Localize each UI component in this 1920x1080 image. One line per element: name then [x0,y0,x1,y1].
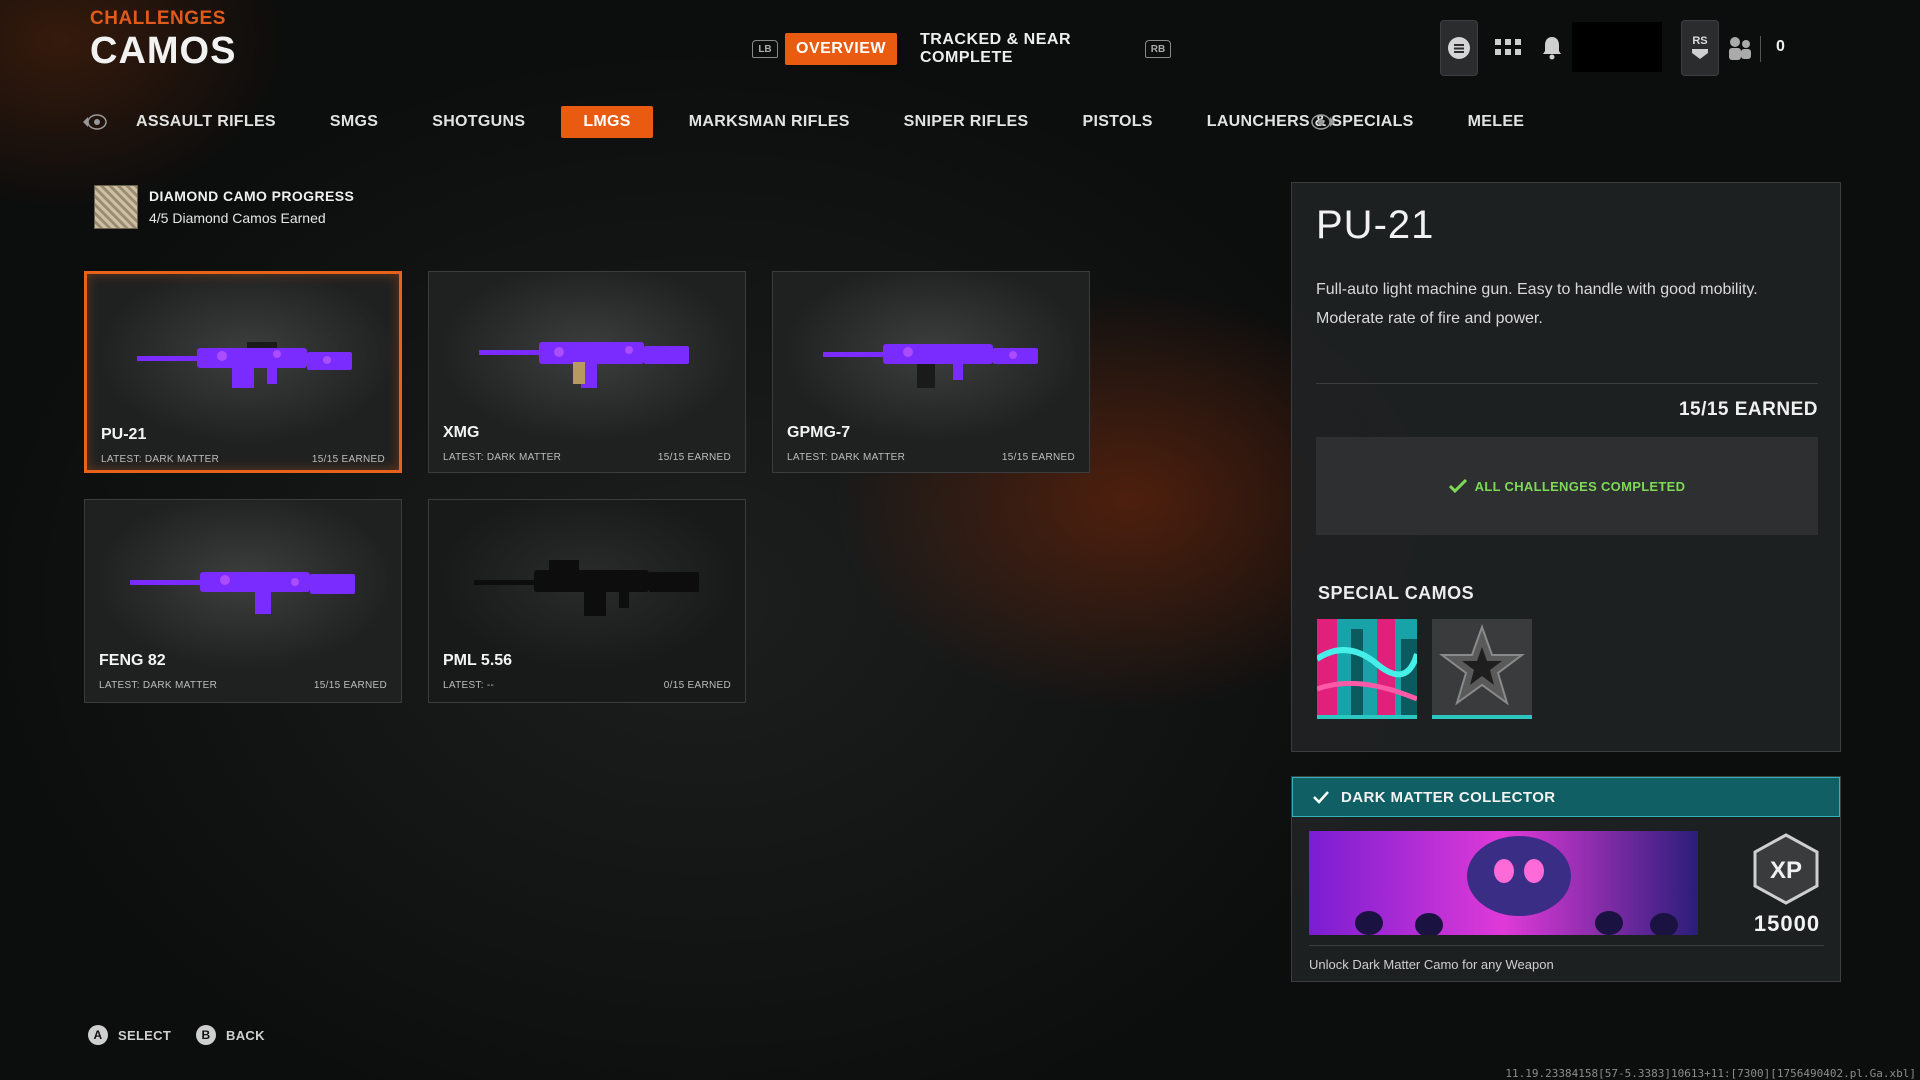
rb-cycle-icon[interactable] [1310,112,1336,137]
apps-grid-icon[interactable] [1492,34,1524,62]
select-label: SELECT [118,1027,172,1043]
weapon-name: FENG 82 [99,652,166,669]
b-button-icon: B [196,1025,216,1045]
tab-sniper-rifles[interactable]: SNIPER RIFLES [886,106,1047,138]
special-camo-pattern-icon [1315,619,1420,715]
weapon-card-pu-21[interactable]: PU-21 LATEST: DARK MATTER 15/15 EARNED [84,271,402,473]
party-icon[interactable] [1724,32,1756,64]
special-camos-title: SPECIAL CAMOS [1318,583,1475,603]
tab-shotguns[interactable]: SHOTGUNS [414,106,543,138]
build-info: 11.19.23384158[57-5.3383]10613+11:[7300]… [1505,1067,1916,1080]
category-tabs: ASSAULT RIFLES SMGS SHOTGUNS LMGS MARKSM… [118,104,1560,140]
select-control[interactable]: A SELECT [88,1025,171,1045]
weapon-card-gpmg-7[interactable]: GPMG-7 LATEST: DARK MATTER 15/15 EARNED [772,271,1090,473]
detail-weapon-name: PU-21 [1316,203,1435,247]
weapon-card-pml-5-56[interactable]: PML 5.56 LATEST: -- 0/15 EARNED [428,499,746,703]
challenges-status-text: ALL CHALLENGES COMPLETED [1474,478,1686,494]
weapon-earned-count: 15/15 EARNED [311,454,385,465]
challenges-status: ALL CHALLENGES COMPLETED [1316,437,1818,535]
weapon-name: XMG [443,424,480,441]
lmg-camo-icon [823,344,1038,388]
checkmark-icon [1448,479,1467,493]
weapon-name: PU-21 [101,426,147,443]
diamond-progress-title: DIAMOND CAMO PROGRESS [149,188,355,204]
tab-overview[interactable]: OVERVIEW [785,33,897,65]
rb-bumper-icon[interactable]: RB [1145,40,1171,58]
checkmark-icon [1313,790,1329,804]
star-emblem-icon [1439,624,1525,706]
reward-title: DARK MATTER COLLECTOR [1341,788,1556,806]
weapon-detail-panel: PU-21 Full-auto light machine gun. Easy … [1291,182,1841,752]
lmg-camo-icon [137,342,352,388]
diamond-progress-subtitle: 4/5 Diamond Camos Earned [149,210,326,226]
weapon-latest-camo: LATEST: DARK MATTER [443,452,562,463]
section-label: CHALLENGES [90,8,226,29]
weapon-earned-count: 0/15 EARNED [663,680,731,691]
right-stick-icon[interactable]: RS [1681,20,1719,76]
back-label: BACK [226,1027,265,1043]
tab-assault-rifles[interactable]: ASSAULT RIFLES [118,106,294,138]
tab-smgs[interactable]: SMGS [312,106,396,138]
xp-badge-icon: XP [1753,833,1819,905]
lb-bumper-icon[interactable]: LB [752,40,778,58]
lb-cycle-icon[interactable] [82,112,108,137]
special-camo-tile[interactable] [1315,619,1420,719]
xp-badge-label: XP [1770,857,1802,884]
divider [1309,945,1824,946]
special-camo-tile-locked[interactable] [1432,619,1532,719]
weapon-earned-count: 15/15 EARNED [313,680,387,691]
detail-description: Full-auto light machine gun. Easy to han… [1316,281,1758,327]
weapon-name: GPMG-7 [787,424,851,441]
party-count: 0 [1776,38,1785,55]
tab-melee[interactable]: MELEE [1450,106,1543,138]
back-control[interactable]: B BACK [196,1025,265,1045]
detail-earned-count: 15/15 EARNED [1678,399,1818,420]
reward-xp-value: 15000 [1753,911,1821,936]
reward-panel: DARK MATTER COLLECTOR XP 15000 Unlock Da… [1291,776,1841,982]
a-button-icon: A [88,1025,108,1045]
lmg-camo-icon [130,572,355,614]
diamond-camo-thumbnail [94,185,138,229]
weapon-name: PML 5.56 [443,652,513,669]
menu-icon[interactable] [1440,20,1478,76]
dark-matter-art-icon [1309,831,1698,935]
tab-lmgs[interactable]: LMGS [561,106,653,138]
divider [1316,383,1818,384]
tab-pistols[interactable]: PISTOLS [1064,106,1170,138]
lmg-icon [474,560,699,616]
weapon-card-feng-82[interactable]: FENG 82 LATEST: DARK MATTER 15/15 EARNED [84,499,402,703]
weapon-latest-camo: LATEST: -- [443,680,495,691]
weapon-card-xmg[interactable]: XMG LATEST: DARK MATTER 15/15 EARNED [428,271,746,473]
weapon-latest-camo: LATEST: DARK MATTER [99,680,218,691]
weapon-latest-camo: LATEST: DARK MATTER [101,454,220,465]
reward-description: Unlock Dark Matter Camo for any Weapon [1309,957,1554,972]
page-title: CAMOS [90,30,237,72]
right-stick-label: RS [1692,35,1708,47]
tab-marksman-rifles[interactable]: MARKSMAN RIFLES [671,106,868,138]
weapon-latest-camo: LATEST: DARK MATTER [787,452,906,463]
player-card[interactable] [1572,22,1662,72]
tab-tracked-near-complete[interactable]: TRACKED & NEAR COMPLETE [920,31,1120,66]
divider [1760,36,1761,62]
lmg-camo-icon [479,342,689,388]
reward-header: DARK MATTER COLLECTOR [1292,777,1840,817]
notification-bell-icon[interactable] [1537,32,1567,64]
weapon-earned-count: 15/15 EARNED [1001,452,1075,463]
weapon-earned-count: 15/15 EARNED [657,452,731,463]
